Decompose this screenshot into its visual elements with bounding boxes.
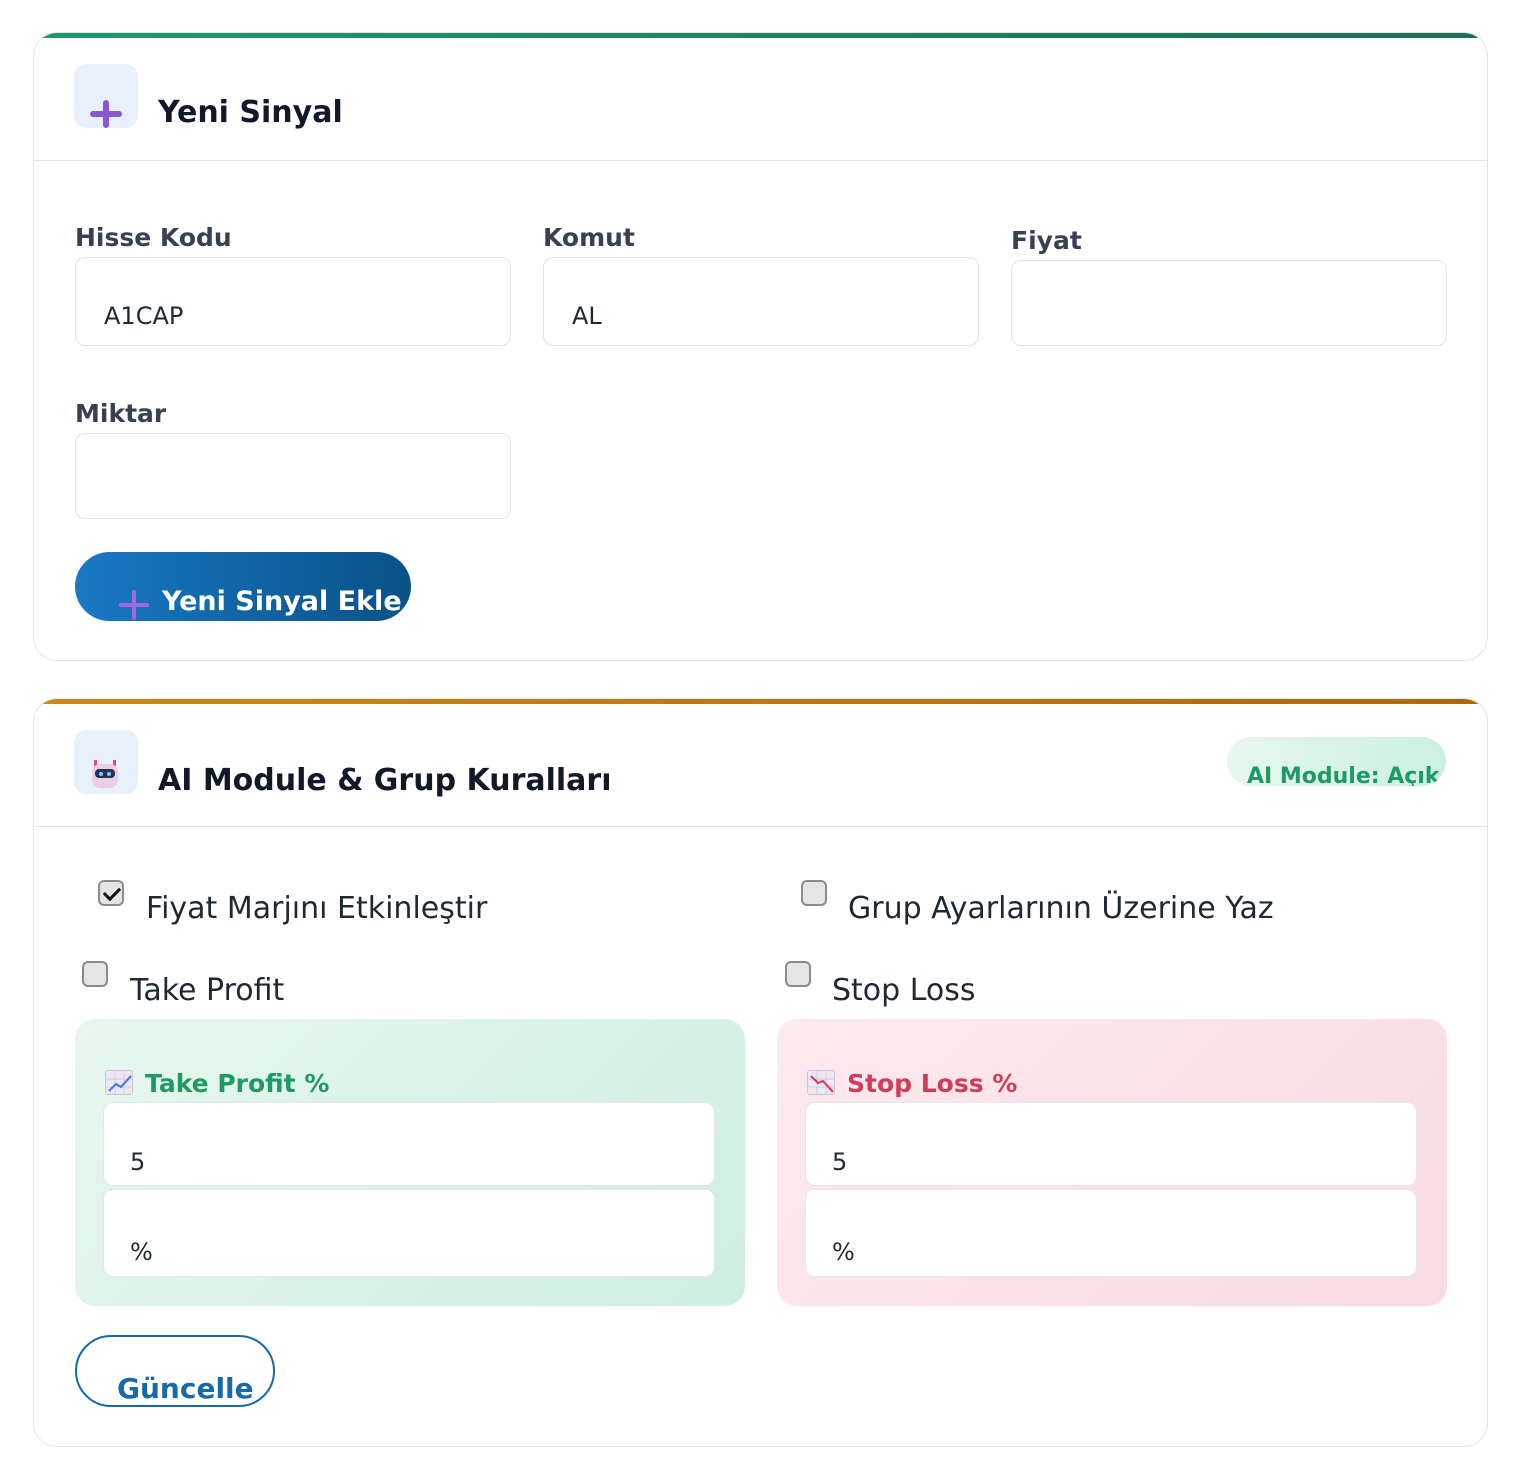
override-group-label: Grup Ayarlarının Üzerine Yaz: [848, 891, 1274, 926]
quantity-label: Miktar: [75, 399, 167, 428]
stop-loss-panel: Stop Loss % 5 %: [777, 1019, 1447, 1306]
card-title: AI Module & Grup Kuralları: [158, 763, 612, 798]
quantity-input[interactable]: [75, 433, 511, 519]
stop-loss-panel-title: Stop Loss %: [847, 1069, 1018, 1098]
override-group-checkbox[interactable]: [801, 880, 827, 906]
take-profit-value: 5: [130, 1148, 146, 1176]
header-icon-box: [74, 64, 138, 128]
stop-loss-checkbox[interactable]: [785, 961, 811, 987]
plus-icon: [90, 100, 122, 132]
card-header: Yeni Sinyal: [34, 33, 1487, 161]
add-signal-button[interactable]: Yeni Sinyal Ekle: [75, 552, 411, 621]
card-title: Yeni Sinyal: [158, 95, 343, 130]
take-profit-unit: %: [130, 1238, 153, 1266]
card-header: AI Module & Grup Kuralları AI Module: Aç…: [34, 699, 1487, 827]
stop-loss-unit: %: [832, 1238, 855, 1266]
take-profit-checkbox[interactable]: [82, 961, 108, 987]
price-margin-checkbox[interactable]: [98, 880, 124, 906]
plus-icon: [119, 590, 149, 620]
status-badge: AI Module: Açık: [1227, 737, 1446, 786]
take-profit-unit-field: %: [103, 1189, 715, 1277]
stop-loss-label: Stop Loss: [832, 973, 976, 1008]
chart-increasing-icon: [105, 1070, 133, 1095]
take-profit-panel: Take Profit % 5 %: [75, 1019, 745, 1306]
stock-code-value: A1CAP: [104, 302, 184, 330]
price-margin-label: Fiyat Marjını Etkinleştir: [146, 891, 488, 926]
chart-decreasing-icon: [807, 1070, 835, 1095]
command-value: AL: [572, 302, 602, 330]
command-label: Komut: [543, 223, 635, 252]
robot-icon: [90, 760, 120, 790]
new-signal-card: Yeni Sinyal Hisse Kodu A1CAP Komut AL Fi…: [33, 32, 1488, 661]
command-input[interactable]: AL: [543, 257, 979, 346]
add-signal-button-label: Yeni Sinyal Ekle: [162, 586, 402, 617]
stop-loss-value: 5: [832, 1148, 848, 1176]
take-profit-label: Take Profit: [130, 973, 285, 1008]
stop-loss-unit-field: %: [805, 1189, 1417, 1277]
header-icon-box: [74, 730, 138, 794]
stock-code-input[interactable]: A1CAP: [75, 257, 511, 346]
price-input[interactable]: [1011, 260, 1447, 346]
update-button[interactable]: Güncelle: [75, 1335, 275, 1407]
stop-loss-input[interactable]: 5: [805, 1102, 1417, 1186]
status-badge-label: AI Module: Açık: [1247, 764, 1440, 786]
stock-code-label: Hisse Kodu: [75, 223, 232, 252]
take-profit-panel-title: Take Profit %: [145, 1069, 330, 1098]
ai-module-card: AI Module & Grup Kuralları AI Module: Aç…: [33, 698, 1488, 1447]
update-button-label: Güncelle: [117, 1372, 254, 1405]
price-label: Fiyat: [1011, 226, 1082, 255]
take-profit-input[interactable]: 5: [103, 1102, 715, 1186]
